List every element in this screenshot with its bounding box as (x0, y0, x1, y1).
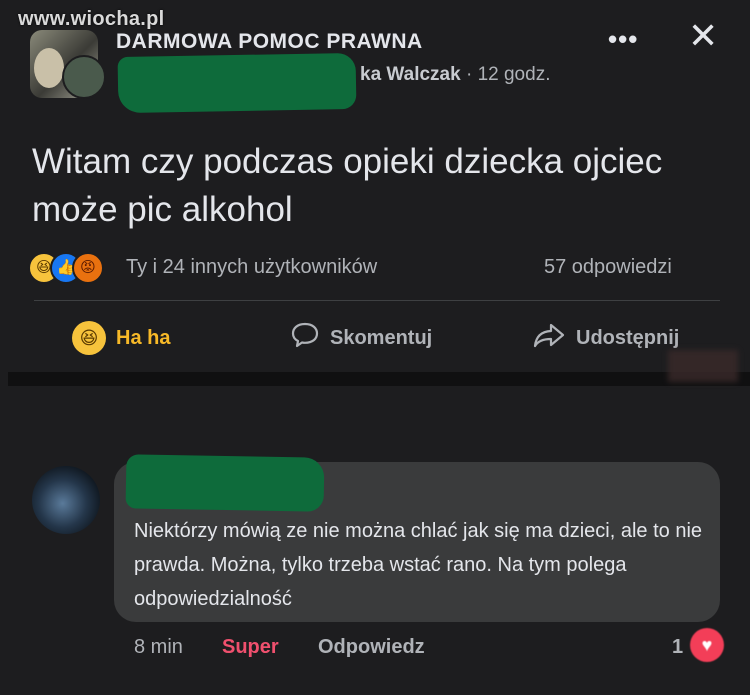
author-name[interactable]: ka Walczak (360, 64, 461, 85)
close-button[interactable]: ✕ (688, 18, 718, 54)
commenter-name-redaction (125, 454, 325, 512)
reply-button[interactable]: Odpowiedz (318, 636, 425, 659)
haha-reaction-button[interactable]: 😆 Ha ha (72, 318, 170, 358)
share-label: Udostępnij (576, 326, 680, 349)
comment-reaction-label[interactable]: Super (222, 636, 279, 659)
more-options-button[interactable]: ••• (608, 24, 638, 55)
section-separator (8, 372, 750, 386)
heart-icon[interactable]: ♥ (690, 628, 724, 662)
haha-icon: 😆 (72, 321, 106, 355)
comment-reaction-count[interactable]: 1 (672, 636, 683, 659)
comment-time[interactable]: 8 min (134, 636, 183, 659)
comment-button[interactable]: Skomentuj (290, 318, 432, 358)
divider (34, 300, 720, 301)
comment-bubble-icon (290, 321, 320, 355)
comment-label: Skomentuj (330, 326, 433, 349)
site-watermark: www.wiocha.pl (18, 8, 165, 30)
comment-text: Niektórzy mówią ze nie można chlać jak s… (134, 520, 703, 610)
pixelated-area (668, 350, 738, 382)
author-avatar[interactable] (62, 55, 106, 99)
comments-count[interactable]: 57 odpowiedzi (544, 256, 672, 279)
haha-label: Ha ha (116, 326, 171, 349)
author-line: ka Walczak · 12 godz. (360, 64, 550, 86)
post-text: Witam czy podczas opieki dziecka ojciec … (32, 142, 663, 229)
post-time[interactable]: · 12 godz. (466, 64, 551, 85)
redaction-mark (117, 52, 357, 114)
share-arrow-icon (532, 321, 566, 355)
group-name[interactable]: DARMOWA POMOC PRAWNA (116, 30, 423, 54)
commenter-avatar[interactable] (32, 466, 100, 534)
share-button[interactable]: Udostępnij (532, 318, 679, 358)
angry-icon: 😡 (72, 252, 104, 284)
reactions-summary[interactable]: Ty i 24 innych użytkowników (126, 256, 377, 279)
